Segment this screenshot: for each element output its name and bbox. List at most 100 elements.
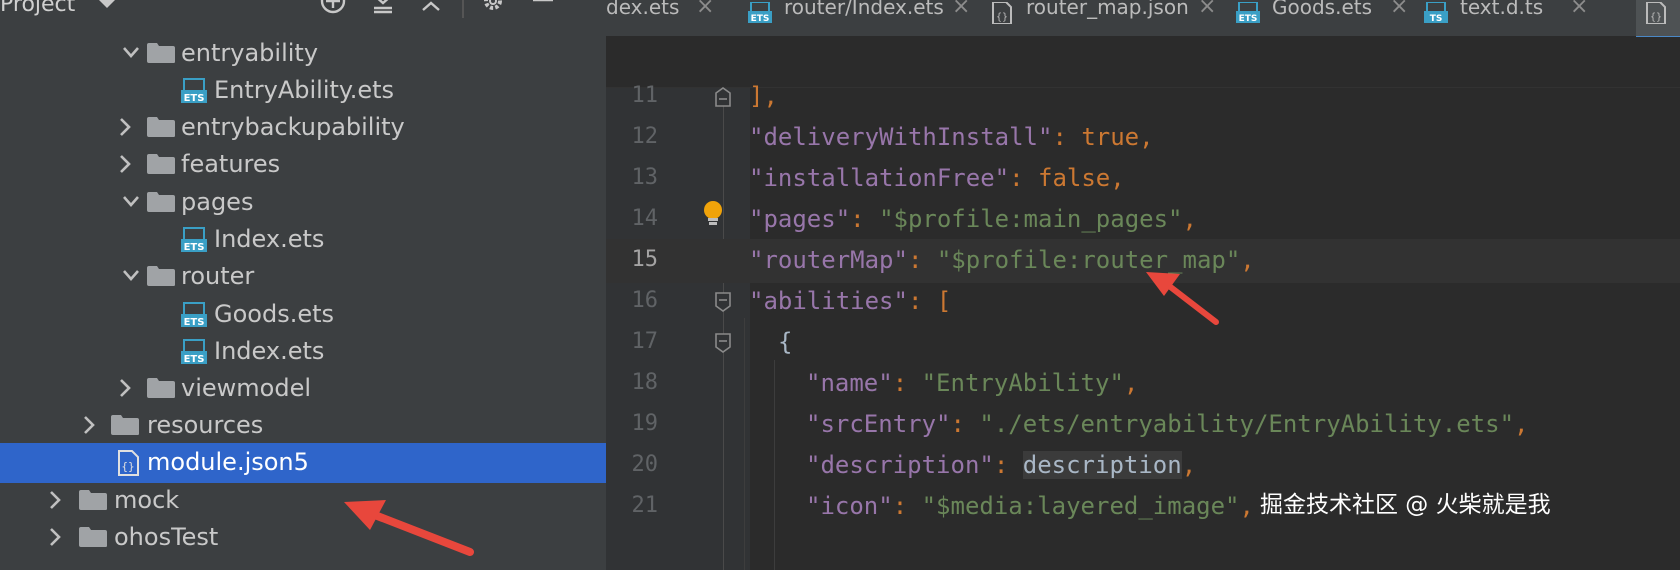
code-line[interactable]: 19 "srcEntry": "./ets/entryability/Entry… <box>606 403 1680 447</box>
tree-folder-router[interactable]: router <box>0 257 606 297</box>
tab-module-json5-active[interactable]: {} <box>1636 0 1680 39</box>
code-line[interactable]: 12 "deliveryWithInstall": true, <box>606 116 1680 160</box>
tree-label: resources <box>147 411 264 439</box>
folder-icon <box>111 415 139 435</box>
code-text: "pages": "$profile:main_pages", <box>749 205 1197 233</box>
json-file-icon: {} <box>118 450 139 476</box>
lightbulb-icon[interactable] <box>702 200 724 228</box>
code-line[interactable]: 14 "pages": "$profile:main_pages", <box>606 198 1680 242</box>
tree-label: ohosTest <box>114 523 219 551</box>
project-panel: Project entryability ETS EntryAbility.et… <box>0 0 606 570</box>
project-panel-header: Project <box>0 0 606 22</box>
code-line[interactable]: 18 "name": "EntryAbility", <box>606 362 1680 406</box>
ets-file-icon: ETS <box>181 302 207 328</box>
tree-folder-entryability[interactable]: entryability <box>0 34 606 74</box>
svg-text:{}: {} <box>996 12 1008 23</box>
svg-text:ETS: ETS <box>751 14 770 24</box>
tree-label: entryability <box>181 39 319 67</box>
tab-router-index-ets[interactable]: ETS router/Index.ets × <box>748 0 978 36</box>
line-number: 17 <box>631 329 659 354</box>
fold-end-icon[interactable] <box>714 87 732 107</box>
line-number: 15 <box>631 247 659 272</box>
fold-start-icon[interactable] <box>714 333 732 353</box>
expand-all-icon[interactable] <box>370 0 396 20</box>
line-number: 11 <box>631 83 659 108</box>
line-number: 20 <box>631 452 659 477</box>
chevron-right-icon[interactable] <box>46 489 64 511</box>
ets-file-icon: ETS <box>1236 2 1260 24</box>
svg-text:ETS: ETS <box>184 242 205 253</box>
code-text: "srcEntry": "./ets/entryability/EntryAbi… <box>806 410 1529 438</box>
tree-file-goods-ets[interactable]: ETS Goods.ets <box>0 295 606 335</box>
fold-start-icon[interactable] <box>714 292 732 312</box>
tree-folder-mock[interactable]: mock <box>0 481 606 521</box>
tree-label: module.json5 <box>147 448 309 476</box>
svg-text:ETS: ETS <box>184 93 205 104</box>
add-target-icon[interactable] <box>320 0 346 20</box>
json-file-icon: {} <box>992 2 1012 24</box>
folder-icon <box>147 43 175 63</box>
chevron-right-icon[interactable] <box>116 153 134 175</box>
tree-file-entryability-ets[interactable]: ETS EntryAbility.ets <box>0 71 606 111</box>
svg-text:ETS: ETS <box>1239 14 1258 24</box>
code-text: { <box>778 328 793 356</box>
folder-icon <box>147 192 175 212</box>
gear-icon[interactable] <box>480 0 506 20</box>
code-line[interactable]: 11 ], <box>606 75 1680 119</box>
code-line[interactable]: 16 "abilities": [ <box>606 280 1680 324</box>
tree-label: Index.ets <box>214 225 325 253</box>
tree-label: EntryAbility.ets <box>214 76 395 104</box>
close-icon[interactable]: × <box>696 0 714 19</box>
code-line[interactable]: 17 { <box>606 321 1680 365</box>
chevron-down-icon[interactable] <box>98 0 116 12</box>
tab-goods-ets[interactable]: ETS Goods.ets × <box>1236 0 1416 36</box>
close-icon[interactable]: × <box>1570 0 1588 19</box>
chevron-down-icon[interactable] <box>122 191 140 213</box>
ets-file-icon: ETS <box>748 2 772 24</box>
ets-file-icon: ETS <box>181 227 207 253</box>
tree-label: Goods.ets <box>214 300 335 328</box>
svg-text:{}: {} <box>1650 12 1662 23</box>
tree-label: entrybackupability <box>181 113 405 141</box>
tab-label: text.d.ts <box>1460 0 1544 19</box>
folder-icon <box>147 266 175 286</box>
code-line[interactable]: 20 "description": description, <box>606 444 1680 488</box>
line-number: 18 <box>631 370 659 395</box>
project-panel-title[interactable]: Project <box>0 0 75 17</box>
ets-file-icon: ETS <box>181 339 207 365</box>
code-text: "installationFree": false, <box>749 164 1125 192</box>
watermark-text: 掘金技术社区 @ 火柴就是我 <box>1260 492 1551 518</box>
tree-folder-pages[interactable]: pages <box>0 183 606 223</box>
close-icon[interactable]: × <box>952 0 970 19</box>
tree-folder-ohostest[interactable]: ohosTest <box>0 518 606 558</box>
chevron-down-icon[interactable] <box>122 42 140 64</box>
chevron-right-icon[interactable] <box>46 526 64 548</box>
tab-router-map-json[interactable]: {} router_map.json × <box>990 0 1220 36</box>
tree-folder-viewmodel[interactable]: viewmodel <box>0 369 606 409</box>
close-icon[interactable]: × <box>1390 0 1408 19</box>
tree-folder-entrybackupability[interactable]: entrybackupability <box>0 108 606 148</box>
chevron-right-icon[interactable] <box>80 414 98 436</box>
tab-text-d-ts[interactable]: TS text.d.ts × <box>1424 0 1604 36</box>
tree-folder-resources[interactable]: resources <box>0 406 606 446</box>
hide-icon[interactable] <box>530 0 556 20</box>
svg-text:ETS: ETS <box>184 317 205 328</box>
code-line-current[interactable]: 15 "routerMap": "$profile:router_map", <box>606 239 1680 283</box>
code-line[interactable]: 13 "installationFree": false, <box>606 157 1680 201</box>
tab-label: router_map.json <box>1026 0 1189 19</box>
annotation-arrow-icon <box>344 500 474 556</box>
tab-index-ets[interactable]: dex.ets × <box>606 0 736 36</box>
close-icon[interactable]: × <box>1198 0 1216 19</box>
line-number: 16 <box>631 288 659 313</box>
chevron-right-icon[interactable] <box>116 116 134 138</box>
tree-label: features <box>181 150 281 178</box>
tree-file-module-json5[interactable]: {} module.json5 <box>0 443 606 483</box>
tree-file-pages-index-ets[interactable]: ETS Index.ets <box>0 220 606 260</box>
svg-text:{}: {} <box>121 460 134 473</box>
collapse-all-icon[interactable] <box>418 0 444 20</box>
chevron-down-icon[interactable] <box>122 265 140 287</box>
chevron-right-icon[interactable] <box>116 377 134 399</box>
tree-file-router-index-ets[interactable]: ETS Index.ets <box>0 332 606 372</box>
tree-folder-features[interactable]: features <box>0 145 606 185</box>
line-number: 21 <box>631 493 659 518</box>
